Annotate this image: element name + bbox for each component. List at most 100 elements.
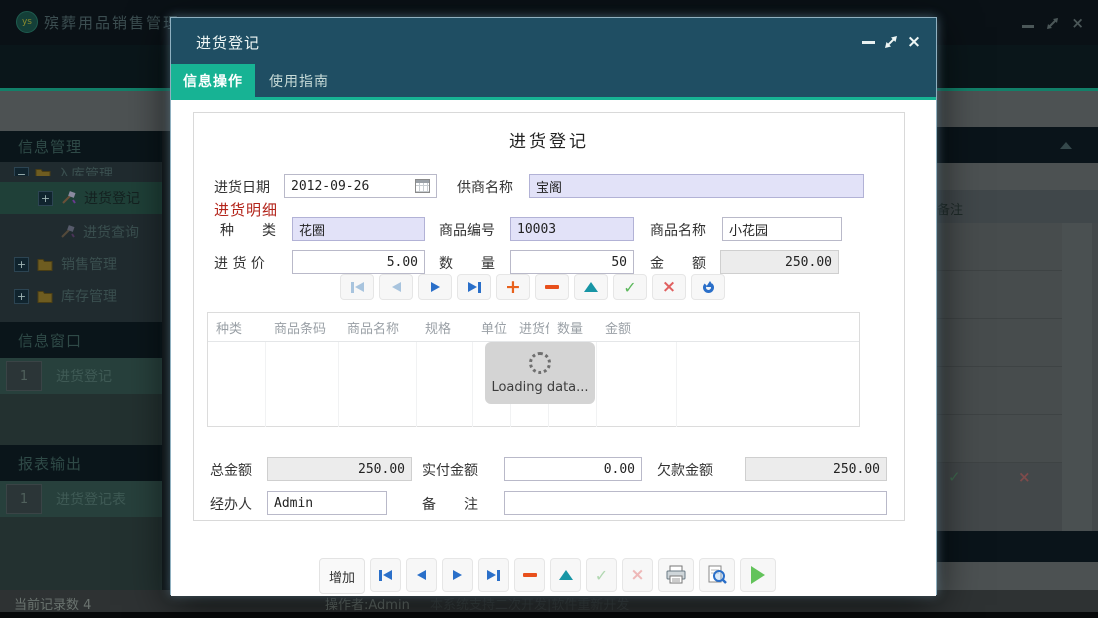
form-heading: 进货登记 [194, 127, 904, 152]
col-price[interactable]: 进货价 [511, 318, 549, 337]
nav-prev-button[interactable] [379, 274, 413, 300]
dialog-tabbar: 信息操作 使用指南 [171, 64, 936, 97]
rec-delete-button[interactable] [514, 558, 545, 592]
close-icon[interactable]: × [1071, 14, 1084, 32]
sidebar-item-sales[interactable]: + 销售管理 [0, 249, 162, 279]
report-list-empty [0, 517, 162, 590]
calendar-icon[interactable] [415, 179, 430, 193]
cross-icon: × [630, 567, 644, 583]
code-input[interactable]: 10003 [510, 217, 634, 241]
first-icon [355, 282, 364, 292]
remark-input[interactable] [504, 491, 887, 515]
sidebar-section-windows[interactable]: 信息窗口 [0, 322, 162, 358]
spinner-icon [529, 352, 551, 374]
dialog-maximize-button[interactable] [883, 34, 899, 50]
total-readonly: 250.00 [267, 457, 412, 481]
add-record-button[interactable]: 增加 [319, 558, 365, 594]
window-list-item[interactable]: 1 进货登记 [0, 358, 162, 394]
rec-cancel-button[interactable]: × [622, 558, 653, 592]
status-note: 本系统支持二次开发|软件重新开发 [430, 594, 629, 613]
amount-label: 金 额 [650, 253, 706, 273]
app-logo-icon: ys [16, 11, 38, 33]
col-barcode[interactable]: 商品条码 [266, 318, 339, 337]
col-spec[interactable]: 规格 [417, 318, 473, 337]
window-list-empty [0, 394, 162, 445]
operator-input[interactable]: Admin [267, 491, 387, 515]
loading-text: Loading data... [491, 380, 588, 395]
window-item-number: 1 [6, 361, 42, 391]
minus-icon [545, 285, 559, 289]
supplier-input[interactable]: 宝阁 [529, 174, 864, 198]
code-label: 商品编号 [439, 220, 495, 240]
product-name-label: 商品名称 [650, 220, 706, 240]
screen: ys 殡葬用品销售管理 × 系统导航 信息管理 [0, 0, 1098, 618]
sidebar-item-inbound-clipped[interactable]: − 入库管理 [0, 158, 162, 176]
col-category[interactable]: 种类 [208, 318, 266, 337]
price-label: 进 货 价 [214, 253, 265, 273]
date-input[interactable]: 2012-09-26 [284, 174, 437, 198]
col-unit[interactable]: 单位 [473, 318, 511, 337]
delete-row-button[interactable] [535, 274, 569, 300]
col-amount[interactable]: 金额 [597, 318, 677, 337]
rec-next-button[interactable] [442, 558, 473, 592]
bg-cross-icon: × [1018, 468, 1031, 486]
first-icon [383, 570, 392, 580]
collapse-icon[interactable]: − [14, 167, 29, 177]
confirm-row-button[interactable]: ✓ [613, 274, 647, 300]
nav-last-button[interactable] [457, 274, 491, 300]
add-row-button[interactable]: + [496, 274, 530, 300]
rec-first-button[interactable] [370, 558, 401, 592]
dialog-titlebar[interactable]: 进货登记 × [171, 18, 936, 64]
nav-next-button[interactable] [418, 274, 452, 300]
edit-row-button[interactable] [574, 274, 608, 300]
bg-grid-body: ✓ × [937, 223, 1098, 531]
debt-readonly: 250.00 [745, 457, 887, 481]
debt-label: 欠款金额 [657, 460, 713, 480]
printer-icon [665, 565, 687, 585]
sidebar-item-purchase-query[interactable]: 进货查询 [0, 217, 162, 247]
window-bottom-edge [0, 612, 1098, 618]
rec-edit-button[interactable] [550, 558, 581, 592]
folder-icon [35, 168, 51, 177]
maximize-icon [884, 35, 898, 49]
rec-last-button[interactable] [478, 558, 509, 592]
cancel-row-button[interactable]: × [652, 274, 686, 300]
report-list-item[interactable]: 1 进货登记表 [0, 481, 162, 517]
refresh-button[interactable] [691, 274, 725, 300]
category-input[interactable]: 花圈 [292, 217, 425, 241]
rec-confirm-button[interactable]: ✓ [586, 558, 617, 592]
print-button[interactable] [658, 558, 694, 592]
expand-icon[interactable]: + [14, 289, 29, 304]
rec-prev-button[interactable] [406, 558, 437, 592]
folder-icon [37, 258, 53, 271]
dialog-minimize-button[interactable] [860, 34, 876, 50]
purchase-entry-dialog: 进货登记 × 信息操作 使用指南 进货登记 进货日期 2012-09-26 供商… [170, 17, 937, 595]
paid-input[interactable]: 0.00 [504, 457, 642, 481]
print-preview-button[interactable] [699, 558, 735, 592]
expand-icon[interactable]: + [38, 191, 53, 206]
collapse-up-icon[interactable] [1060, 142, 1072, 149]
nav-first-button[interactable] [340, 274, 374, 300]
execute-button[interactable] [740, 558, 776, 592]
expand-icon[interactable]: + [14, 257, 29, 272]
product-name-input[interactable]: 小花园 [722, 217, 842, 241]
dialog-close-button[interactable]: × [906, 34, 922, 50]
prev-icon [392, 282, 401, 292]
sidebar-section-reports[interactable]: 报表输出 [0, 445, 162, 481]
price-input[interactable]: 5.00 [292, 250, 425, 274]
qty-input[interactable]: 50 [510, 250, 634, 274]
qty-label: 数 量 [439, 253, 495, 273]
edit-icon [559, 570, 573, 580]
tab-user-guide[interactable]: 使用指南 [255, 64, 343, 97]
col-name[interactable]: 商品名称 [339, 318, 417, 337]
minimize-icon[interactable] [1022, 25, 1034, 28]
restore-icon[interactable] [1046, 17, 1059, 30]
dialog-title: 进货登记 [196, 32, 260, 53]
tab-info-operation[interactable]: 信息操作 [171, 64, 255, 97]
print-preview-icon [706, 565, 728, 585]
col-qty[interactable]: 数量 [549, 318, 597, 337]
report-item-number: 1 [6, 484, 42, 514]
sidebar-item-purchase-entry[interactable]: + 进货登记 [0, 182, 162, 214]
sidebar-item-stock[interactable]: + 库存管理 [0, 281, 162, 311]
sidebar: 信息管理 − 入库管理 + 进货登记 进货查询 + 销售管理 + 库存管理 [0, 131, 162, 590]
